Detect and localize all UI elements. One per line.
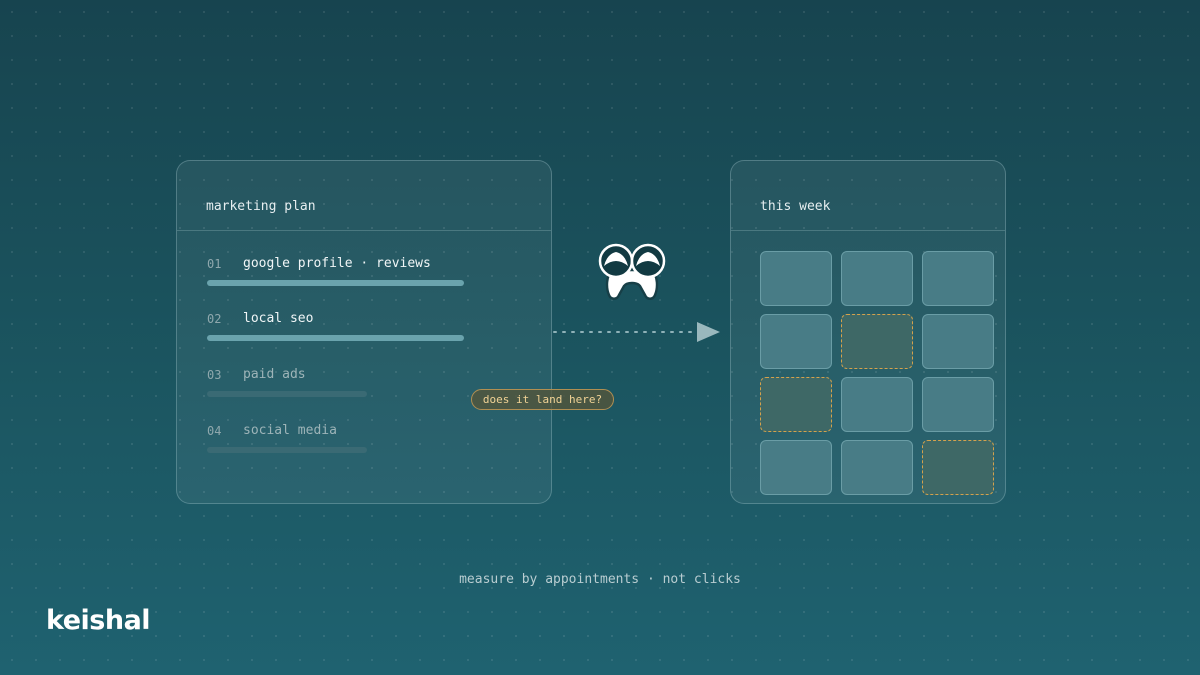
plan-item-progress-bar — [207, 280, 464, 286]
this-week-card: this week — [730, 160, 1006, 504]
plan-item-label: google profile · reviews — [243, 256, 431, 271]
calendar-slot — [841, 251, 913, 306]
plan-card-title: marketing plan — [177, 161, 551, 231]
calendar-slot-target — [760, 377, 832, 432]
marketing-plan-card: marketing plan 01 google profile · revie… — [176, 160, 552, 504]
plan-item-number: 03 — [207, 368, 222, 382]
plan-item-label: social media — [243, 423, 337, 438]
plan-item-label: paid ads — [243, 367, 306, 382]
brand-logo: keishal — [46, 605, 151, 636]
plan-item-label: local seo — [243, 311, 314, 326]
calendar-slot-target — [922, 440, 994, 495]
plan-item-number: 01 — [207, 257, 222, 271]
plan-item-number: 02 — [207, 312, 222, 326]
plan-item-progress-bar — [207, 391, 367, 397]
calendar-slot — [841, 440, 913, 495]
calendar-slot — [922, 377, 994, 432]
tooth-with-binoculars-icon — [598, 243, 666, 300]
calendar-slot — [922, 314, 994, 369]
week-calendar-grid — [760, 251, 994, 495]
calendar-slot — [760, 251, 832, 306]
plan-item-progress-bar — [207, 447, 367, 453]
footer-note: measure by appointments · not clicks — [459, 572, 741, 587]
calendar-slot — [760, 440, 832, 495]
plan-item-number: 04 — [207, 424, 222, 438]
question-tag: does it land here? — [471, 389, 614, 410]
calendar-slot-target — [841, 314, 913, 369]
calendar-slot — [922, 251, 994, 306]
plan-item-progress-bar — [207, 335, 464, 341]
dotted-arrow-right-icon — [553, 322, 720, 342]
week-card-title: this week — [731, 161, 1005, 231]
calendar-slot — [760, 314, 832, 369]
calendar-slot — [841, 377, 913, 432]
